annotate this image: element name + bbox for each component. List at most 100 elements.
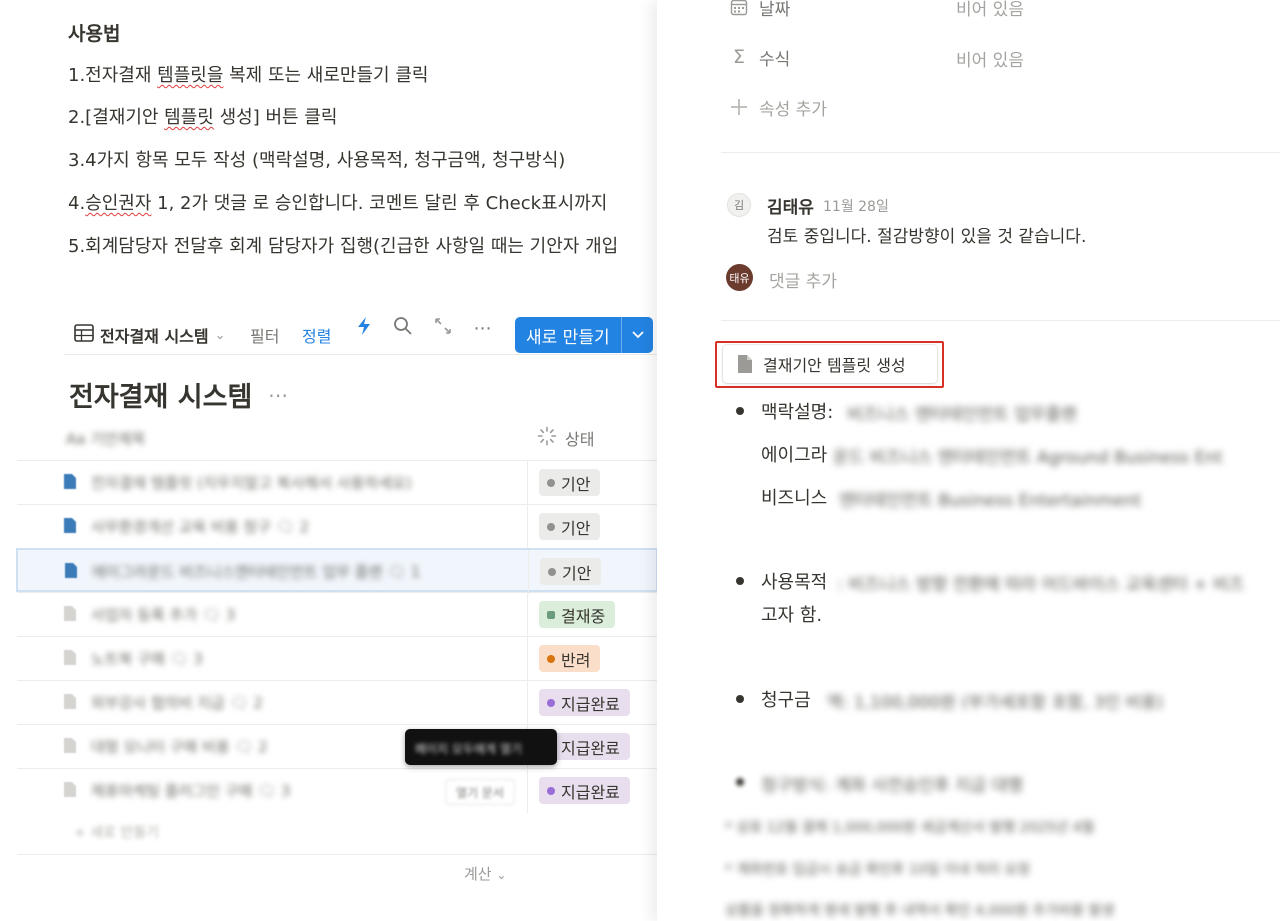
expand-button[interactable] bbox=[432, 317, 454, 339]
table-row[interactable]: 제휴마케팅 플러그인 구매 🗨 3 지급완료 bbox=[17, 768, 657, 813]
automation-button[interactable] bbox=[353, 317, 375, 339]
status-badge[interactable]: 지급완료 bbox=[539, 777, 630, 804]
property-value-formula[interactable]: 비어 있음 bbox=[956, 46, 1024, 71]
property-label: 날짜 bbox=[759, 0, 791, 20]
avatar: 김 bbox=[727, 193, 751, 217]
status-badge[interactable]: 지급완료 bbox=[539, 689, 630, 716]
purpose-value: : 비즈니스 방향 전환에 따라 어드바이스 교육센터 + 비즈 bbox=[837, 575, 1245, 595]
calculate-label: 계산 bbox=[464, 865, 492, 883]
table-icon bbox=[74, 324, 94, 346]
chevron-down-icon: ⌄ bbox=[214, 327, 226, 343]
bullet bbox=[736, 407, 744, 415]
tooltip: 페이지 모두에게 열기 bbox=[405, 729, 557, 765]
database-more-icon[interactable]: ⋯ bbox=[268, 383, 289, 407]
row-title[interactable]: 사무환경개선 교육 비용 청구 🗨 2 bbox=[91, 516, 309, 537]
page-peek-pane: 날짜 비어 있음 Σ 수식 비어 있음 속성 추가 김 김태유 11월 28일 … bbox=[657, 0, 1280, 921]
cell-divider bbox=[527, 593, 528, 637]
step-text: 1.전자결재 bbox=[68, 65, 158, 86]
add-property-button[interactable]: 속성 추가 bbox=[729, 92, 827, 122]
row-title[interactable]: 외부강사 협의비 지급 🗨 2 bbox=[91, 692, 263, 713]
calculate-button[interactable]: 계산 ⌄ bbox=[464, 863, 506, 884]
purpose-line-2: 고자 함. bbox=[761, 605, 823, 626]
tooltip-text: 페이지 모두에게 열기 bbox=[415, 742, 522, 756]
more-icon: ⋯ bbox=[473, 317, 493, 339]
database-pane: 사용법 1.전자결재 템플릿을 복제 또는 새로만들기 클릭 2.[결재기안 템… bbox=[0, 0, 657, 921]
view-selector[interactable]: 전자결재 시스템 ⌄ bbox=[74, 317, 226, 353]
status-label: 기안 bbox=[561, 474, 591, 494]
search-icon bbox=[393, 316, 413, 340]
calendar-icon bbox=[729, 0, 749, 16]
table-divider bbox=[17, 854, 657, 855]
cell-divider bbox=[527, 505, 528, 549]
database-title: 전자결재 시스템 bbox=[69, 382, 253, 413]
table-row[interactable]: 에이그라운드 비즈니스엔터테인먼트 업무 플랜 🗨 1 기안 bbox=[16, 548, 657, 594]
template-button[interactable]: 결재기안 템플릿 생성 bbox=[723, 345, 937, 383]
comment-input[interactable]: 댓글 추가 bbox=[769, 267, 837, 292]
expand-icon bbox=[434, 317, 452, 339]
row-title[interactable]: 노트북 구매 🗨 3 bbox=[91, 648, 203, 669]
add-row-button[interactable]: + 새로 만들기 bbox=[74, 822, 159, 842]
table-row[interactable]: 전자결재 템플릿 (지우지말고 복사해서 사용하세요) 기안 bbox=[17, 460, 657, 505]
status-badge[interactable]: 기안 bbox=[539, 469, 601, 496]
row-title[interactable]: 에이그라운드 비즈니스엔터테인먼트 업무 플랜 🗨 1 bbox=[92, 561, 420, 582]
status-dot bbox=[547, 698, 555, 707]
step-text: 1, 2가 댓글 로 승인합니다. 코멘트 달린 후 Check표시까지 bbox=[151, 193, 608, 214]
divider bbox=[721, 152, 1280, 153]
step-text: 생성] 버튼 클릭 bbox=[213, 107, 338, 128]
table-row[interactable]: 노트북 구매 🗨 3 반려 bbox=[17, 636, 657, 681]
column-status-label: 상태 bbox=[565, 430, 595, 449]
page-icon bbox=[63, 649, 77, 666]
status-label: 지급완료 bbox=[561, 738, 620, 758]
note-line: 상품을 정확하게 명세 발행 후 내역서 확인 4,000원 추가비용 발생 bbox=[725, 903, 1115, 919]
filter-button[interactable]: 필터 bbox=[250, 317, 279, 353]
property-value-date[interactable]: 비어 있음 bbox=[956, 0, 1024, 20]
status-badge[interactable]: 기안 bbox=[540, 558, 602, 585]
avatar: 태유 bbox=[726, 264, 753, 291]
divider bbox=[721, 320, 1280, 321]
table-row[interactable]: 사무환경개선 교육 비용 청구 🗨 2 기안 bbox=[17, 504, 657, 549]
column-header-status[interactable]: 상태 bbox=[537, 418, 594, 458]
column-name-label: Aa 기안제목 bbox=[66, 429, 146, 448]
row-title[interactable]: 사업자 등록 추가 🗨 3 bbox=[91, 604, 235, 625]
column-header-name[interactable]: Aa 기안제목 bbox=[66, 418, 145, 458]
search-button[interactable] bbox=[392, 317, 414, 339]
table-row[interactable]: 사업자 등록 추가 🗨 3 결재중 bbox=[17, 592, 657, 637]
row-title[interactable]: 대형 모니터 구매 비용 🗨 2 bbox=[91, 736, 268, 757]
context-label: 맥락설명: bbox=[761, 402, 834, 423]
howto-title: 사용법 bbox=[68, 23, 121, 45]
sort-button[interactable]: 정렬 bbox=[302, 317, 331, 353]
context-line-2-rest: 운드 비즈니스 엔터테인먼트 Aground Business Ent bbox=[833, 448, 1223, 468]
page-icon bbox=[63, 781, 77, 798]
note-line: * 계좌번호 입금시 송금 확인후 10일 이내 처리 요청 bbox=[725, 862, 1031, 878]
table-row[interactable]: 외부강사 협의비 지급 🗨 2 지급완료 bbox=[17, 680, 657, 725]
row-title[interactable]: 전자결재 템플릿 (지우지말고 복사해서 사용하세요) bbox=[91, 472, 412, 493]
property-date[interactable]: 날짜 bbox=[729, 0, 790, 22]
row-title[interactable]: 제휴마케팅 플러그인 구매 🗨 3 bbox=[91, 780, 290, 801]
page-icon bbox=[63, 517, 77, 534]
status-badge[interactable]: 기안 bbox=[539, 513, 601, 540]
status-label: 지급완료 bbox=[561, 694, 620, 714]
comment-text: 검토 중입니다. 절감방향이 있을 것 같습니다. bbox=[767, 227, 1087, 247]
howto-step-1: 1.전자결재 템플릿을 복제 또는 새로만들기 클릭 bbox=[68, 61, 428, 87]
bullet bbox=[736, 778, 744, 786]
open-page-button[interactable]: 열기 문서 bbox=[445, 779, 515, 805]
status-dot bbox=[548, 567, 556, 576]
status-badge[interactable]: 반려 bbox=[539, 645, 601, 672]
table-row[interactable]: 대형 모니터 구매 비용 🗨 2 지급완료 bbox=[17, 724, 657, 769]
more-button[interactable]: ⋯ bbox=[472, 317, 494, 339]
chevron-down-icon[interactable] bbox=[622, 331, 653, 339]
status-badge[interactable]: 결재중 bbox=[539, 601, 616, 628]
misspelled-word: 템플릿 bbox=[164, 107, 214, 128]
howto-step-5: 5.회계담당자 전달후 회계 담당자가 집행(긴급한 사항일 때는 기안자 개입 bbox=[68, 236, 619, 257]
view-label: 전자결재 시스템 bbox=[100, 327, 209, 346]
misspelled-word: 승인권자 bbox=[85, 193, 152, 214]
comment-author[interactable]: 김태유 bbox=[767, 193, 814, 218]
context-line-2: 에이그라 bbox=[761, 445, 828, 466]
page-icon bbox=[63, 737, 77, 754]
property-formula[interactable]: Σ 수식 bbox=[729, 42, 790, 72]
document-icon bbox=[737, 354, 753, 374]
cell-divider bbox=[527, 769, 528, 813]
new-page-button[interactable]: 새로 만들기 bbox=[515, 317, 653, 353]
note-line: * 상호 12월 결제 1,000,000원 세금계산서 발행 2025년 4월 bbox=[725, 820, 1095, 836]
status-dot bbox=[547, 654, 555, 663]
